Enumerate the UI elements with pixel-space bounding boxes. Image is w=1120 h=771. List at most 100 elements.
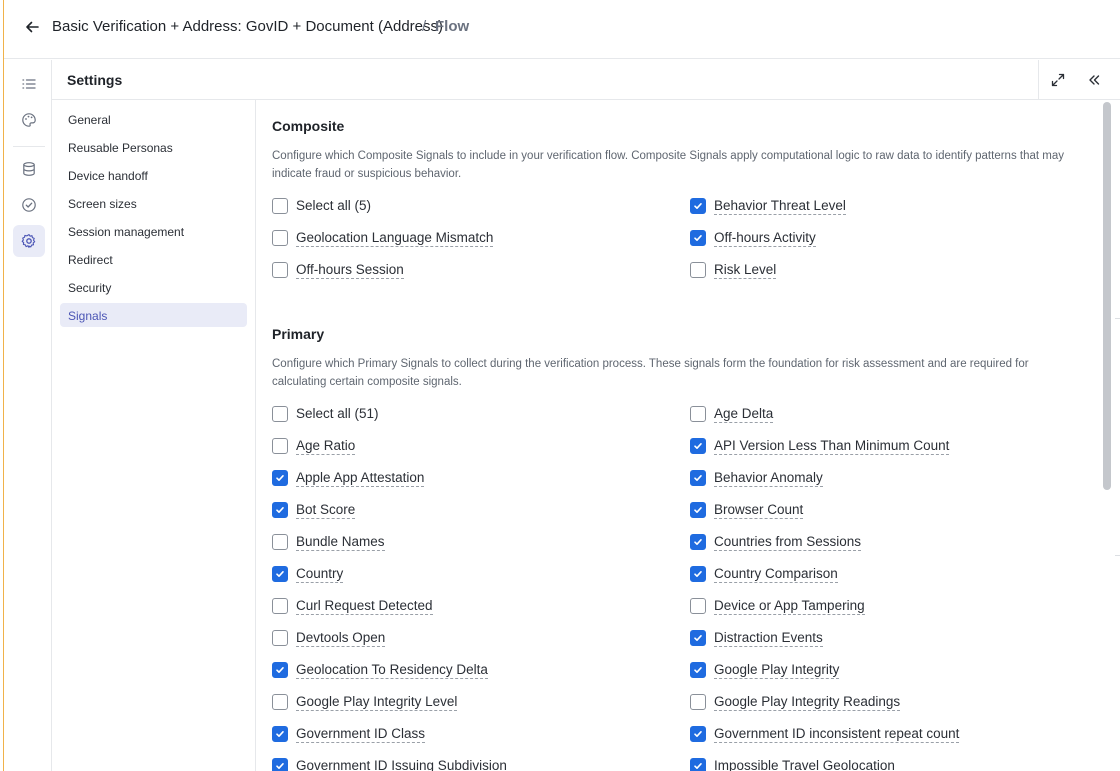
checkbox-unchecked-icon[interactable] xyxy=(272,630,288,646)
nav-item-device-handoff[interactable]: Device handoff xyxy=(60,163,247,187)
signal-label: Government ID inconsistent repeat count xyxy=(714,725,960,743)
nav-item-general[interactable]: General xyxy=(60,107,247,131)
signal-label: Government ID Issuing Subdivision xyxy=(296,758,507,771)
checkbox-checked-icon[interactable] xyxy=(272,726,288,742)
checkbox-checked-icon[interactable] xyxy=(272,662,288,678)
checkbox-checked-icon[interactable] xyxy=(690,566,706,582)
collapse-panel-icon[interactable] xyxy=(1084,70,1104,90)
signal-behavior-threat-level-checkbox[interactable]: Behavior Threat Level xyxy=(690,196,846,216)
signal-countries-from-sessions-checkbox[interactable]: Countries from Sessions xyxy=(690,532,862,552)
signal-devtools-open-checkbox[interactable]: Devtools Open xyxy=(272,628,386,648)
signal-off-hours-session-checkbox[interactable]: Off-hours Session xyxy=(272,260,404,280)
signal-behavior-anomaly-checkbox[interactable]: Behavior Anomaly xyxy=(690,468,823,488)
signal-apple-app-attestation-checkbox[interactable]: Apple App Attestation xyxy=(272,468,425,488)
checkbox-checked-icon[interactable] xyxy=(272,502,288,518)
signal-label: Age Ratio xyxy=(296,437,356,455)
signal-country-checkbox[interactable]: Country xyxy=(272,564,344,584)
signal-distraction-events-checkbox[interactable]: Distraction Events xyxy=(690,628,823,648)
signal-label: Bot Score xyxy=(296,501,356,519)
signal-label: Country Comparison xyxy=(714,565,838,583)
signal-label: Devtools Open xyxy=(296,629,386,647)
signal-label: Bundle Names xyxy=(296,533,385,551)
gear-icon[interactable] xyxy=(13,225,45,257)
expand-icon[interactable] xyxy=(1048,70,1068,90)
signal-geolocation-to-residency-delta-checkbox[interactable]: Geolocation To Residency Delta xyxy=(272,660,488,680)
signal-risk-level-checkbox[interactable]: Risk Level xyxy=(690,260,777,280)
signal-select-all-5-checkbox[interactable]: Select all (5) xyxy=(272,196,371,216)
nav-item-signals[interactable]: Signals xyxy=(60,303,247,327)
signal-google-play-integrity-checkbox[interactable]: Google Play Integrity xyxy=(690,660,840,680)
signal-geolocation-language-mismatch-checkbox[interactable]: Geolocation Language Mismatch xyxy=(272,228,494,248)
breadcrumb-flow-name[interactable]: Basic Verification + Address: GovID + Do… xyxy=(52,18,443,35)
signal-government-id-inconsistent-repeat-count-checkbox[interactable]: Government ID inconsistent repeat count xyxy=(690,724,960,744)
checkbox-checked-icon[interactable] xyxy=(690,630,706,646)
signal-label: Google Play Integrity xyxy=(714,661,840,679)
checkbox-checked-icon[interactable] xyxy=(690,534,706,550)
check-circle-icon[interactable] xyxy=(13,189,45,221)
signal-impossible-travel-geolocation-checkbox[interactable]: Impossible Travel Geolocation xyxy=(690,756,895,771)
signal-label: Country xyxy=(296,565,344,583)
signal-label: Countries from Sessions xyxy=(714,533,862,551)
signal-government-id-class-checkbox[interactable]: Government ID Class xyxy=(272,724,426,744)
list-icon[interactable] xyxy=(13,68,45,100)
signal-label: Geolocation To Residency Delta xyxy=(296,661,488,679)
signal-google-play-integrity-readings-checkbox[interactable]: Google Play Integrity Readings xyxy=(690,692,901,712)
checkbox-unchecked-icon[interactable] xyxy=(272,230,288,246)
nav-item-security[interactable]: Security xyxy=(60,275,247,299)
checkbox-unchecked-icon[interactable] xyxy=(272,694,288,710)
checkbox-checked-icon[interactable] xyxy=(690,198,706,214)
checkbox-checked-icon[interactable] xyxy=(690,470,706,486)
edge-tick xyxy=(1115,318,1120,319)
checkbox-unchecked-icon[interactable] xyxy=(272,198,288,214)
signal-label: Curl Request Detected xyxy=(296,597,433,615)
scrollbar-thumb[interactable] xyxy=(1103,102,1111,490)
signal-label: Google Play Integrity Level xyxy=(296,693,458,711)
checkbox-checked-icon[interactable] xyxy=(690,502,706,518)
nav-item-screen-sizes[interactable]: Screen sizes xyxy=(60,191,247,215)
checkbox-checked-icon[interactable] xyxy=(690,230,706,246)
checkbox-checked-icon[interactable] xyxy=(272,470,288,486)
signal-bundle-names-checkbox[interactable]: Bundle Names xyxy=(272,532,385,552)
checkbox-unchecked-icon[interactable] xyxy=(272,406,288,422)
signal-browser-count-checkbox[interactable]: Browser Count xyxy=(690,500,804,520)
checkbox-checked-icon[interactable] xyxy=(690,438,706,454)
signal-age-delta-checkbox[interactable]: Age Delta xyxy=(690,404,774,424)
checkbox-unchecked-icon[interactable] xyxy=(272,262,288,278)
checkbox-unchecked-icon[interactable] xyxy=(272,438,288,454)
signal-curl-request-detected-checkbox[interactable]: Curl Request Detected xyxy=(272,596,433,616)
back-arrow-icon[interactable] xyxy=(22,17,42,37)
checkbox-unchecked-icon[interactable] xyxy=(690,262,706,278)
settings-header: Settings xyxy=(52,60,1120,100)
signal-label: Select all (5) xyxy=(296,198,372,213)
checkbox-unchecked-icon[interactable] xyxy=(690,598,706,614)
database-icon[interactable] xyxy=(13,153,45,185)
signal-device-or-app-tampering-checkbox[interactable]: Device or App Tampering xyxy=(690,596,865,616)
checkbox-checked-icon[interactable] xyxy=(272,758,288,771)
checkbox-unchecked-icon[interactable] xyxy=(690,694,706,710)
checkbox-unchecked-icon[interactable] xyxy=(272,598,288,614)
checkbox-checked-icon[interactable] xyxy=(690,726,706,742)
signal-country-comparison-checkbox[interactable]: Country Comparison xyxy=(690,564,838,584)
palette-icon[interactable] xyxy=(13,104,45,136)
checkbox-checked-icon[interactable] xyxy=(272,566,288,582)
signal-bot-score-checkbox[interactable]: Bot Score xyxy=(272,500,356,520)
edge-tick xyxy=(1115,555,1120,556)
signal-select-all-51-checkbox[interactable]: Select all (51) xyxy=(272,404,379,424)
checkbox-checked-icon[interactable] xyxy=(690,662,706,678)
checkbox-checked-icon[interactable] xyxy=(690,758,706,771)
checkbox-unchecked-icon[interactable] xyxy=(272,534,288,550)
signal-api-version-less-than-minimum-count-checkbox[interactable]: API Version Less Than Minimum Count xyxy=(690,436,950,456)
signal-age-ratio-checkbox[interactable]: Age Ratio xyxy=(272,436,356,456)
signal-government-id-issuing-subdivision-checkbox[interactable]: Government ID Issuing Subdivision xyxy=(272,756,507,771)
signal-off-hours-activity-checkbox[interactable]: Off-hours Activity xyxy=(690,228,816,248)
signal-label: API Version Less Than Minimum Count xyxy=(714,437,950,455)
checkbox-unchecked-icon[interactable] xyxy=(690,406,706,422)
signal-label: Geolocation Language Mismatch xyxy=(296,229,494,247)
nav-item-reusable-personas[interactable]: Reusable Personas xyxy=(60,135,247,159)
signal-label: Apple App Attestation xyxy=(296,469,425,487)
nav-item-session-management[interactable]: Session management xyxy=(60,219,247,243)
nav-item-redirect[interactable]: Redirect xyxy=(60,247,247,271)
signal-label: Off-hours Session xyxy=(296,261,404,279)
signal-label: Impossible Travel Geolocation xyxy=(714,758,895,771)
signal-google-play-integrity-level-checkbox[interactable]: Google Play Integrity Level xyxy=(272,692,458,712)
